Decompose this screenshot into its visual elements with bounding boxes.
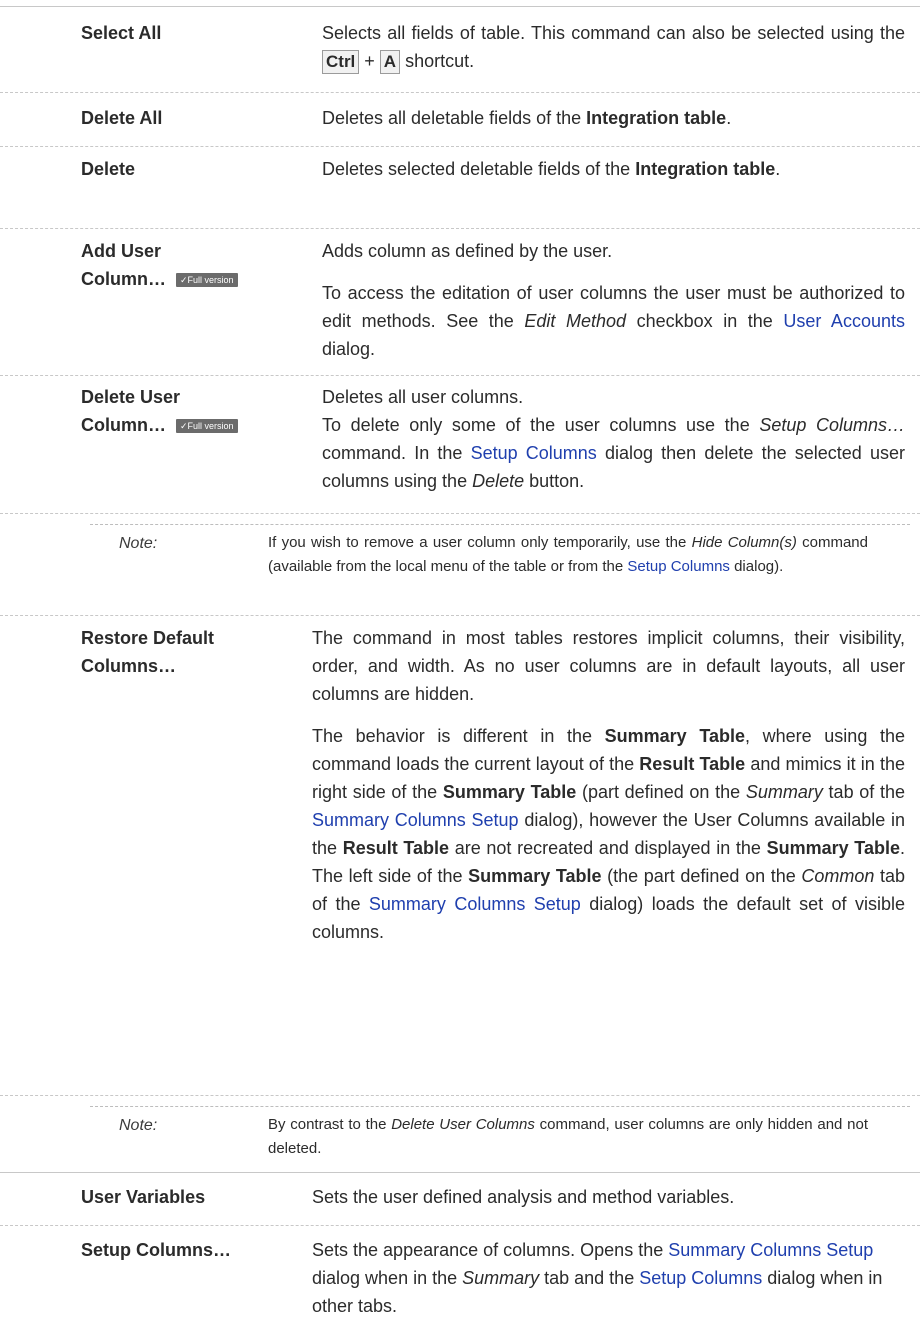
term-user-variables: User Variables — [81, 1187, 206, 1207]
desc-add-user-column: Adds column as defined by the user. To a… — [322, 237, 905, 363]
help-page: Select All Selects all fields of table. … — [0, 0, 924, 1325]
row-divider — [0, 615, 920, 616]
bold-term: Result Table — [639, 754, 746, 774]
term-line: Columns… — [81, 656, 177, 676]
desc-text: button. — [524, 471, 585, 491]
desc-paragraph: To access the editation of user columns … — [322, 279, 905, 363]
full-version-badge: ✓Full version — [176, 419, 238, 433]
user-accounts-link[interactable]: User Accounts — [783, 311, 905, 331]
desc-delete-user-column: Deletes all user columns. To delete only… — [322, 383, 905, 495]
bold-term: Summary Table — [442, 782, 577, 802]
desc-text: To delete only some of the user columns … — [322, 415, 760, 435]
bold-term: Result Table — [342, 838, 450, 858]
desc-paragraph: The behavior is different in the Summary… — [312, 722, 905, 946]
term-line: Add User — [81, 241, 162, 261]
top-divider — [0, 6, 920, 7]
setup-columns-link[interactable]: Setup Columns — [639, 1268, 762, 1288]
desc-text: Deletes selected deletable fields of the — [322, 159, 636, 179]
row-divider — [0, 513, 920, 514]
term-line: Delete User — [81, 387, 181, 407]
desc-paragraph: Deletes all user columns. — [322, 387, 524, 407]
desc-text: tab of the — [822, 782, 905, 802]
setup-columns-link[interactable]: Setup Columns — [627, 558, 730, 575]
bold-term: Summary Table — [468, 866, 602, 886]
note-span: If you wish to remove a user column only… — [268, 534, 692, 551]
term-line: Restore Default — [81, 628, 215, 648]
key-a: A — [379, 50, 401, 74]
row-divider — [0, 375, 920, 376]
term-select-all: Select All — [81, 23, 162, 43]
desc-text: Selects all fields of table. This comman… — [322, 23, 905, 43]
term-restore-default-columns: Restore Default Columns… — [81, 624, 281, 680]
note-top-divider — [90, 1106, 910, 1107]
term-line: Column… ✓Full version — [81, 411, 281, 439]
italic-term: Summary — [462, 1268, 540, 1288]
note-text: If you wish to remove a user column only… — [268, 531, 868, 579]
desc-text: command. In the — [322, 443, 471, 463]
bold-term: Summary Table — [604, 726, 745, 746]
setup-columns-link[interactable]: Setup Columns — [471, 443, 597, 463]
term-delete-all: Delete All — [81, 108, 163, 128]
desc-text: Deletes all deletable fields of the — [322, 108, 587, 128]
summary-columns-setup-link[interactable]: Summary Columns Setup — [312, 810, 519, 830]
italic-term: Hide Column(s) — [691, 534, 797, 551]
bold-term: Summary Table — [766, 838, 900, 858]
desc-text: are not recreated and displayed in the — [449, 838, 767, 858]
note-label: Note: — [119, 535, 158, 552]
desc-text: tab and the — [539, 1268, 640, 1288]
italic-term: Common — [801, 866, 875, 886]
italic-term: Summary — [745, 782, 823, 802]
italic-term: Delete — [472, 471, 525, 491]
summary-columns-setup-link[interactable]: Summary Columns Setup — [668, 1240, 873, 1260]
desc-text: (the part defined on the — [601, 866, 802, 886]
note-label: Note: — [119, 1117, 158, 1134]
key-ctrl: Ctrl — [322, 50, 360, 74]
term-delete-user-column: Delete User Column… ✓Full version — [81, 383, 281, 439]
term-delete: Delete — [81, 159, 136, 179]
note-top-divider — [90, 524, 910, 525]
term-line-text: Column… — [81, 415, 166, 435]
desc-text: checkbox in the — [626, 311, 784, 331]
italic-term: Setup Columns… — [759, 415, 905, 435]
desc-paragraph: To delete only some of the user columns … — [322, 411, 905, 495]
term-line: Column… ✓Full version — [81, 265, 281, 293]
term-line-text: Column… — [81, 269, 166, 289]
desc-delete-all: Deletes all deletable fields of the Inte… — [322, 104, 905, 132]
desc-text: Sets the appearance of columns. Opens th… — [312, 1240, 669, 1260]
desc-text: . — [726, 108, 732, 128]
note-span: dialog). — [729, 558, 784, 575]
desc-text: . — [775, 159, 781, 179]
desc-restore-default-columns: The command in most tables restores impl… — [312, 624, 905, 946]
desc-text: dialog. — [322, 339, 376, 359]
term-add-user-column: Add User Column… ✓Full version — [81, 237, 281, 293]
term-setup-columns: Setup Columns… — [81, 1240, 232, 1260]
desc-delete: Deletes selected deletable fields of the… — [322, 155, 882, 183]
desc-select-all: Selects all fields of table. This comman… — [322, 19, 905, 75]
row-divider — [0, 146, 920, 147]
row-divider — [0, 92, 920, 93]
row-divider — [0, 1225, 920, 1226]
bold-term: Integration table — [635, 159, 776, 179]
desc-setup-columns: Sets the appearance of columns. Opens th… — [312, 1236, 905, 1320]
note-text: By contrast to the Delete User Columns c… — [268, 1113, 868, 1161]
note-span: By contrast to the — [268, 1116, 392, 1133]
summary-columns-setup-link[interactable]: Summary Columns Setup — [369, 894, 581, 914]
italic-term: Edit Method — [524, 311, 627, 331]
desc-text: dialog when in the — [312, 1268, 463, 1288]
row-divider — [0, 1172, 920, 1173]
desc-text: (part defined on the — [576, 782, 746, 802]
italic-term: Delete User Columns — [391, 1116, 535, 1133]
desc-user-variables: Sets the user defined analysis and metho… — [312, 1187, 735, 1207]
row-divider — [0, 228, 920, 229]
desc-paragraph: The command in most tables restores impl… — [312, 628, 905, 704]
bold-term: Integration table — [586, 108, 727, 128]
full-version-badge: ✓Full version — [176, 273, 238, 287]
row-divider — [0, 1095, 920, 1096]
desc-paragraph: Adds column as defined by the user. — [322, 241, 613, 261]
desc-text: shortcut. — [400, 51, 475, 71]
plus-sign: + — [359, 51, 380, 71]
desc-text: The behavior is different in the — [312, 726, 605, 746]
